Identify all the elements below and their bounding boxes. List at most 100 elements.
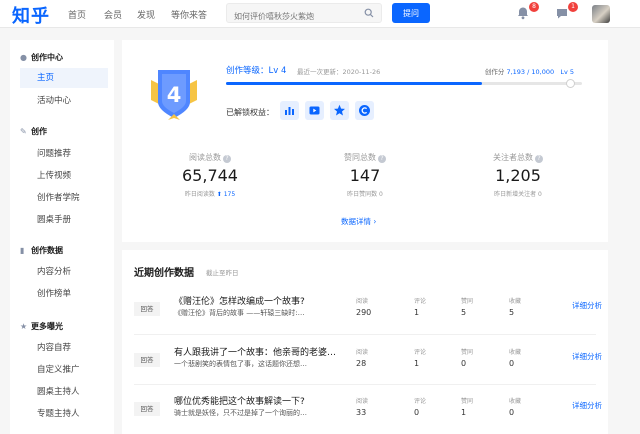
sidebar-item-roundtable-host[interactable]: 圆桌主持人 bbox=[20, 382, 108, 402]
sidebar-item-topic-host[interactable]: 专题主持人 bbox=[20, 404, 108, 424]
content-title[interactable]: 哪位优秀能把这个故事解读一下? bbox=[174, 394, 350, 407]
nav-waiting-answers[interactable]: 等你来答 bbox=[171, 8, 207, 21]
content-excerpt: 《赠汪伦》背后的故事 ——轩辕三缺时:… bbox=[174, 309, 305, 317]
chart-icon: ▮ bbox=[20, 246, 25, 255]
metric-upvotes: 赞同 1 bbox=[461, 398, 474, 417]
pen-icon: ✎ bbox=[20, 127, 27, 136]
rights-star-icon[interactable] bbox=[330, 101, 349, 120]
stat-value: 147 bbox=[349, 166, 381, 185]
bell-icon bbox=[518, 7, 528, 20]
sidebar-item-question-recommend[interactable]: 问题推荐 bbox=[20, 144, 108, 164]
stat-label: 关注者总数 bbox=[493, 153, 533, 162]
unlocked-rights-label: 已解锁权益： bbox=[226, 108, 274, 117]
recent-data-title: 近期创作数据 bbox=[134, 268, 194, 279]
star-icon: ★ bbox=[20, 322, 28, 331]
zhihu-logo[interactable]: 知乎 bbox=[12, 2, 50, 28]
stat-value: 65,744 bbox=[182, 166, 238, 185]
metric-reads: 阅读 290 bbox=[356, 298, 372, 317]
notification-count-badge: 8 bbox=[529, 2, 539, 12]
metric-comments: 评论 1 bbox=[414, 349, 427, 368]
sidebar-item-home[interactable]: 主页 bbox=[20, 68, 108, 88]
data-details-link[interactable]: 数据详情 › bbox=[341, 216, 376, 227]
rights-coin-icon[interactable] bbox=[355, 101, 374, 120]
bar-chart-icon bbox=[285, 107, 294, 115]
progress-end-marker bbox=[566, 79, 575, 88]
help-icon[interactable]: ? bbox=[378, 155, 386, 163]
metric-comments: 评论 0 bbox=[414, 398, 427, 417]
creator-level-card: 4 创作等级：Lv 4 最近一次更新：2020-11-26 创作分 7,193 … bbox=[122, 40, 608, 242]
level-update-date: 最近一次更新：2020-11-26 bbox=[297, 68, 381, 76]
help-icon[interactable]: ? bbox=[223, 155, 231, 163]
metric-comments: 评论 1 bbox=[414, 298, 427, 317]
metric-favorites: 收藏 0 bbox=[509, 349, 522, 368]
level-badge-icon: 4 bbox=[151, 70, 197, 120]
sidebar-item-creator-academy[interactable]: 创作者学院 bbox=[20, 188, 108, 208]
content-row: 回答 《赠汪伦》怎样改编成一个故事? 《赠汪伦》背后的故事 ——轩辕三缺时:… … bbox=[134, 294, 602, 332]
sidebar-item-custom-promotion[interactable]: 自定义推广 bbox=[20, 360, 108, 380]
up-arrow-icon: ⬆ bbox=[216, 191, 222, 198]
c-coin-icon bbox=[359, 105, 370, 116]
metric-reads: 阅读 33 bbox=[356, 398, 369, 417]
content-title[interactable]: 《赠汪伦》怎样改编成一个故事? bbox=[174, 294, 350, 307]
content-title[interactable]: 有人跟我讲了一个故事：他亲哥的老婆… bbox=[174, 345, 350, 358]
content-type-tag: 回答 bbox=[134, 302, 160, 316]
level-badge-number: 4 bbox=[167, 83, 182, 107]
sidebar-item-roundtable-manual[interactable]: 圆桌手册 bbox=[20, 210, 108, 230]
content-excerpt: 一个悲剧笑的表情包了事，这话题你还想… bbox=[174, 360, 307, 368]
sidebar-section-creator-center: ● 创作中心 bbox=[20, 53, 63, 62]
creator-score: 创作分 7,193 / 10,000 Lv 5 bbox=[484, 68, 574, 76]
nav-discover[interactable]: 发现 bbox=[137, 8, 155, 21]
content-type-tag: 回答 bbox=[134, 402, 160, 416]
content-row: 回答 有人跟我讲了一个故事：他亲哥的老婆… 一个悲剧笑的表情包了事，这话题你还想… bbox=[134, 345, 602, 383]
user-avatar[interactable] bbox=[592, 5, 610, 23]
nav-vip[interactable]: 会员 bbox=[104, 8, 122, 21]
ask-question-button[interactable]: 提问 bbox=[392, 3, 430, 23]
stat-total-upvotes: 赞同总数? 147 昨日赞同数 0 bbox=[305, 152, 425, 198]
content-type-tag: 回答 bbox=[134, 353, 160, 367]
top-navigation-bar: 知乎 首页 会员 发现 等你来答 提问 8 1 bbox=[0, 0, 640, 28]
content-excerpt: 骑士就是妖怪，只不过是掉了一个询丽的… bbox=[174, 409, 307, 417]
help-icon[interactable]: ? bbox=[535, 155, 543, 163]
metric-reads: 阅读 28 bbox=[356, 349, 369, 368]
sidebar-section-create: ✎ 创作 bbox=[20, 127, 47, 136]
sidebar: ● 创作中心 主页 活动中心 ✎ 创作 问题推荐 上传视频 创作者学院 圆桌手册 ▮… bbox=[10, 40, 114, 434]
recent-creation-data-card: 近期创作数据 截止至昨日 回答 《赠汪伦》怎样改编成一个故事? 《赠汪伦》背后的… bbox=[122, 250, 608, 434]
sidebar-item-self-recommend[interactable]: 内容自荐 bbox=[20, 338, 108, 358]
stat-total-reads: 阅读总数? 65,744 昨日阅读数 ⬆ 175 bbox=[150, 152, 270, 198]
messages-button[interactable]: 1 bbox=[555, 2, 578, 23]
search-icon[interactable] bbox=[364, 8, 374, 18]
stat-total-followers: 关注者总数? 1,205 昨日新增关注者 0 bbox=[458, 152, 578, 198]
detailed-analysis-link[interactable]: 详细分析 bbox=[572, 351, 602, 362]
divider bbox=[134, 384, 596, 385]
sidebar-item-creation-ranking[interactable]: 创作榜单 bbox=[20, 284, 108, 304]
rights-data-icon[interactable] bbox=[280, 101, 299, 120]
level-progress-bar bbox=[226, 79, 582, 88]
level-progress-fill bbox=[226, 82, 483, 85]
creator-level-title: 创作等级：Lv 4 bbox=[226, 66, 287, 76]
star-icon bbox=[334, 104, 345, 116]
metric-favorites: 收藏 5 bbox=[509, 298, 522, 317]
sidebar-item-activity-center[interactable]: 活动中心 bbox=[20, 91, 108, 111]
message-bubble-icon bbox=[557, 9, 567, 19]
stat-value: 1,205 bbox=[495, 166, 541, 185]
metric-upvotes: 赞同 5 bbox=[461, 298, 474, 317]
divider bbox=[134, 334, 596, 335]
sidebar-item-upload-video[interactable]: 上传视频 bbox=[20, 166, 108, 186]
nav-home[interactable]: 首页 bbox=[68, 8, 86, 21]
sidebar-section-creation-data: ▮ 创作数据 bbox=[20, 246, 63, 255]
metric-upvotes: 赞同 0 bbox=[461, 349, 474, 368]
sidebar-section-more-exposure: ★ 更多曝光 bbox=[20, 322, 63, 331]
rights-video-icon[interactable] bbox=[305, 101, 324, 120]
message-count-badge: 1 bbox=[568, 2, 578, 12]
notification-button[interactable]: 8 bbox=[516, 2, 539, 23]
stat-label: 赞同总数 bbox=[344, 153, 376, 162]
sidebar-item-content-analysis[interactable]: 内容分析 bbox=[20, 262, 108, 282]
search-box bbox=[226, 3, 382, 26]
recent-data-subtitle: 截止至昨日 bbox=[206, 269, 239, 277]
metric-favorites: 收藏 0 bbox=[509, 398, 522, 417]
content-row: 回答 哪位优秀能把这个故事解读一下? 骑士就是妖怪，只不过是掉了一个询丽的… 阅… bbox=[134, 394, 602, 432]
detailed-analysis-link[interactable]: 详细分析 bbox=[572, 300, 602, 311]
person-icon: ● bbox=[20, 53, 27, 62]
search-input[interactable] bbox=[227, 7, 357, 26]
detailed-analysis-link[interactable]: 详细分析 bbox=[572, 400, 602, 411]
